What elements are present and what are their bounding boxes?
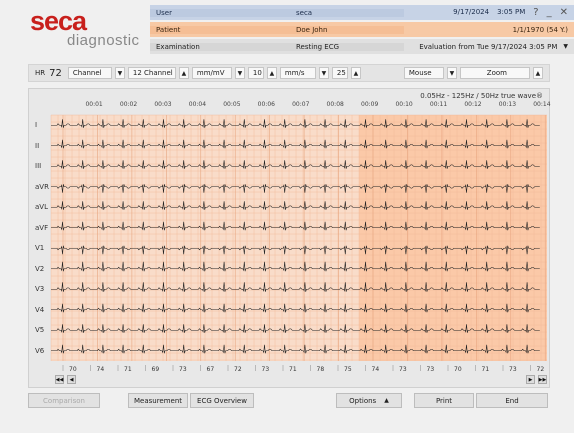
patient-row[interactable]: Patient Doe John 1/1/1970 (54 Y.) <box>150 22 574 37</box>
channel-up-icon[interactable]: ▲ <box>178 67 189 79</box>
hr-value: 74 <box>372 366 380 373</box>
user-row: User seca 9/17/2024 3:05 PM ? _ ✕ <box>150 5 574 20</box>
time-label: 00:08 <box>327 101 344 108</box>
hr-value: 73 <box>262 366 270 373</box>
scroll-start-icon[interactable]: ◀◀ <box>55 375 64 384</box>
print-button[interactable]: Print <box>414 393 474 408</box>
ecg-grid[interactable]: 00:01 00:02 00:03 00:04 00:05 00:06 00:07 00:08… <box>29 89 551 389</box>
options-button[interactable]: Options ▲ <box>336 393 402 408</box>
hr-value: 67 <box>207 366 215 373</box>
scroll-right-icon[interactable]: ▶ <box>526 375 535 384</box>
gain-down-icon[interactable]: ▼ <box>234 67 245 79</box>
speed-unit: mm/s <box>279 67 316 79</box>
speed-down-icon[interactable]: ▼ <box>318 67 329 79</box>
lead-label-v6: V6 <box>35 346 45 355</box>
help-icon[interactable]: ? <box>533 7 538 18</box>
mouse-label: Mouse <box>403 67 444 79</box>
time-label: 00:10 <box>395 101 412 108</box>
speed-up-icon[interactable]: ▲ <box>350 67 361 79</box>
time-label: 00:14 <box>533 101 550 108</box>
gain-up-icon[interactable]: ▲ <box>266 67 277 79</box>
scroll-left-icon[interactable]: ◀ <box>67 375 76 384</box>
mouse-mode-select[interactable]: Zoom <box>459 67 530 79</box>
lead-label-v1: V1 <box>35 244 45 253</box>
time-label: 00:09 <box>361 101 378 108</box>
time-label: 00:05 <box>223 101 240 108</box>
ecg-toolbar: HR 72 Channel ▼ 12 Channel ▲ mm/mV ▼ 10 … <box>28 64 550 82</box>
lead-label-v4: V4 <box>35 305 45 314</box>
lead-label-v2: V2 <box>35 264 45 273</box>
lead-label-v3: V3 <box>35 285 45 294</box>
hr-value: 72 <box>234 366 242 373</box>
lead-label-avr: aVR <box>35 182 49 191</box>
lead-label-avf: aVF <box>35 223 49 232</box>
time-label: 00:11 <box>430 101 447 108</box>
evaluation-select[interactable]: Evaluation from Tue 9/17/2024 3:05 PM ▼ <box>404 43 574 51</box>
logo-subtitle: diagnostic <box>67 32 140 49</box>
time-label: 00:03 <box>154 101 171 108</box>
scroll-end-icon[interactable]: ▶▶ <box>538 375 547 384</box>
measurement-button[interactable]: Measurement <box>128 393 188 408</box>
lead-label-iii: III <box>35 162 42 171</box>
comparison-button[interactable]: Comparison <box>28 393 100 408</box>
channel-label: Channel <box>67 67 112 79</box>
end-button[interactable]: End <box>476 393 548 408</box>
datetime: 9/17/2024 3:05 PM ? _ ✕ <box>404 7 574 18</box>
gain-value[interactable]: 10 <box>247 67 264 79</box>
hr-value: 73 <box>399 366 407 373</box>
lead-label-avl: aVL <box>35 203 48 212</box>
time-label: 00:02 <box>120 101 137 108</box>
hr-value: 73 <box>509 366 517 373</box>
time-label: 00:01 <box>85 101 102 108</box>
hr-value: 73 <box>427 366 435 373</box>
hr-value: 73 <box>179 366 187 373</box>
mouse-mode-up-icon[interactable]: ▲ <box>532 67 543 79</box>
hr-label: HR <box>35 69 46 77</box>
hr-value: 71 <box>124 366 132 373</box>
grid-bg-right <box>359 115 547 361</box>
hr-value: 75 <box>344 366 352 373</box>
time-label: 00:12 <box>464 101 481 108</box>
chevron-up-icon: ▲ <box>384 397 389 404</box>
user-value: seca <box>292 8 404 17</box>
hr-value: 70 <box>69 366 77 373</box>
time-label: 00:13 <box>499 101 516 108</box>
hr-value: 71 <box>482 366 490 373</box>
close-icon[interactable]: ✕ <box>560 7 568 18</box>
hr-value: 71 <box>289 366 297 373</box>
hr-value: 78 <box>317 366 325 373</box>
user-label: User <box>150 8 292 17</box>
ecg-panel[interactable]: 0.05Hz - 125Hz / 50Hz true wave® 00:01 00… <box>28 88 551 389</box>
patient-name: Doe John <box>292 25 404 34</box>
patient-dob: 1/1/1970 (54 Y.) <box>512 25 568 34</box>
time-label: 00:04 <box>189 101 206 108</box>
speed-value[interactable]: 25 <box>331 67 348 79</box>
lead-label-v5: V5 <box>35 326 45 335</box>
exam-row[interactable]: Examination Resting ECG Evaluation from … <box>150 39 574 54</box>
minimize-icon[interactable]: _ <box>547 7 552 18</box>
lead-label-i: I <box>35 121 38 130</box>
chevron-down-icon: ▼ <box>563 42 568 50</box>
hr-value: 70 <box>454 366 462 373</box>
hr-value: 72 <box>537 366 545 373</box>
channel-select[interactable]: 12 Channel <box>127 67 176 79</box>
evaluation-text: Evaluation from Tue 9/17/2024 3:05 PM <box>419 42 558 51</box>
hr-value: 72 <box>49 67 62 79</box>
mouse-dropdown-icon[interactable]: ▼ <box>446 67 457 79</box>
options-label: Options <box>349 396 377 405</box>
exam-label: Examination <box>150 42 292 51</box>
hr-value: 69 <box>152 366 160 373</box>
current-date: 9/17/2024 <box>453 7 490 16</box>
ecg-overview-button[interactable]: ECG Overview <box>190 393 254 408</box>
patient-label: Patient <box>150 25 292 34</box>
time-label: 00:07 <box>292 101 309 108</box>
time-label: 00:06 <box>258 101 275 108</box>
gain-unit: mm/mV <box>191 67 232 79</box>
app-window: seca diagnostic User seca 9/17/2024 3:05… <box>0 0 574 433</box>
lead-label-ii: II <box>35 141 40 150</box>
hr-value: 74 <box>97 366 105 373</box>
exam-value: Resting ECG <box>292 42 404 51</box>
current-time: 3:05 PM <box>497 7 526 16</box>
channel-dropdown-icon[interactable]: ▼ <box>114 67 125 79</box>
